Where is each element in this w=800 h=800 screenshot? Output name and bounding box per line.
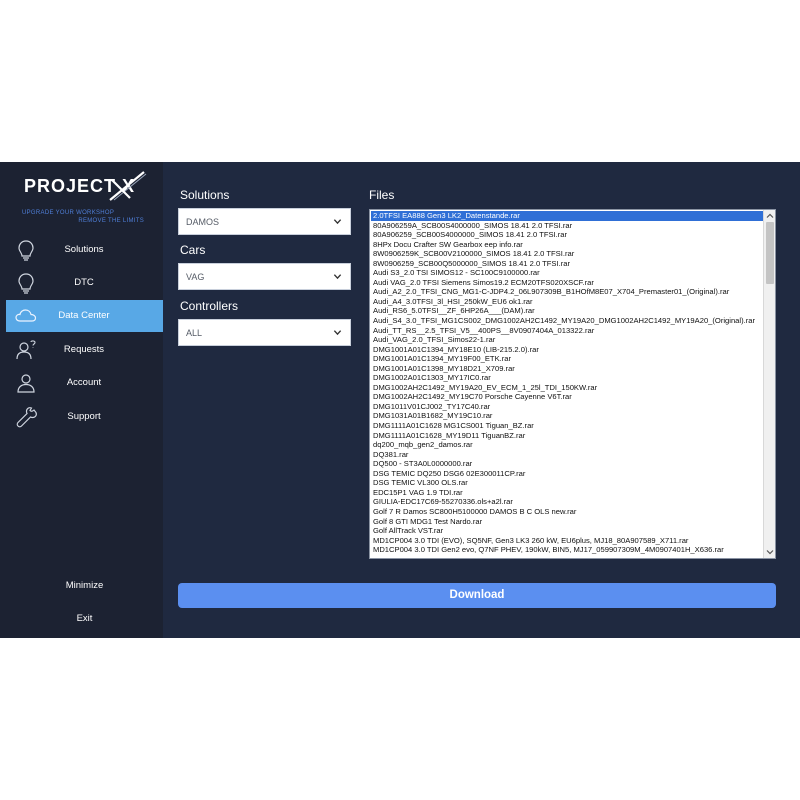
- file-list-item[interactable]: 8HPx Docu Crafter SW Gearbox eep info.ra…: [371, 240, 763, 250]
- file-list-item[interactable]: 2.0TFSI EA888 Gen3 LK2_Datenstande.rar: [371, 211, 763, 221]
- files-list: 2.0TFSI EA888 Gen3 LK2_Datenstande.rar 80…: [371, 211, 763, 557]
- file-list-item[interactable]: 8W0906259K_SCB00V2100000_SIMOS 18.41 2.0…: [371, 249, 763, 259]
- file-list-item[interactable]: Audi_A4_3.0TFSI_3l_HSI_250kW_EU6 ok1.rar: [371, 297, 763, 307]
- cloud-icon: [15, 309, 37, 322]
- files-scrollbar[interactable]: [763, 210, 775, 558]
- file-list-item[interactable]: DMG1002A01C1303_MY17IC0.rar: [371, 373, 763, 383]
- cars-label: Cars: [180, 243, 206, 257]
- sidebar-item-label: Requests: [63, 344, 105, 355]
- file-list-item[interactable]: DMG1001A01C1398_MY18D21_X709.rar: [371, 364, 763, 374]
- sidebar-item-dtc[interactable]: DTC: [6, 267, 163, 299]
- minimize-button[interactable]: Minimize: [6, 575, 163, 597]
- sidebar-item-support[interactable]: Support: [6, 401, 163, 433]
- chevron-down-icon: [333, 330, 342, 336]
- solutions-label: Solutions: [180, 188, 230, 202]
- chevron-down-icon: [333, 219, 342, 225]
- file-list-item[interactable]: Audi VAG_2.0 TFSI Siemens Simos19.2 ECM2…: [371, 278, 763, 288]
- files-listbox[interactable]: 2.0TFSI EA888 Gen3 LK2_Datenstande.rar 80…: [369, 209, 776, 559]
- tagline-line1: UPGRADE YOUR WORKSHOP: [22, 210, 115, 216]
- file-list-item[interactable]: MD1CP004 3.0 TDI Gen2 evo, Q7NF PHEV, 19…: [371, 545, 763, 555]
- controllers-select[interactable]: ALL: [178, 319, 351, 346]
- file-list-item[interactable]: DMG1111A01C1628_MY19D11 TiguanBZ.rar: [371, 431, 763, 441]
- brand-x-mark-icon: [109, 171, 147, 201]
- controllers-select-value: ALL: [186, 328, 203, 338]
- file-list-item[interactable]: DQ381.rar: [371, 450, 763, 460]
- file-list-item[interactable]: 80A906259_SCB00S4000000_SIMOS 18.41 2.0 …: [371, 230, 763, 240]
- file-list-item[interactable]: EDC15P1 VAG 1.9 TDI.rar: [371, 488, 763, 498]
- file-list-item[interactable]: DMG1111A01C1628 MG1CS001 Tiguan_BZ.rar: [371, 421, 763, 431]
- download-button[interactable]: Download: [178, 583, 776, 608]
- file-list-item[interactable]: 8W0906259_SCB00Q5000000_SIMOS 18.41 2.0 …: [371, 259, 763, 269]
- file-list-item[interactable]: DMG1001A01C1394_MY19F00_ETK.rar: [371, 354, 763, 364]
- file-list-item[interactable]: Audi_A2_2.0_TFSI_CNG_MG1-C-JDP4.2_06L907…: [371, 287, 763, 297]
- scroll-thumb[interactable]: [766, 222, 774, 284]
- app-window: PROJECT X UPGRADE YOUR WORKSHOP REMOVE T…: [0, 162, 800, 638]
- sidebar-item-label: Solutions: [64, 244, 104, 255]
- file-list-item[interactable]: Audi S3_2.0 TSI SIMOS12 - SC100C9100000.…: [371, 268, 763, 278]
- file-list-item[interactable]: DMG1031A01B1682_MY19C10.rar: [371, 411, 763, 421]
- solutions-select[interactable]: DAMOS: [178, 208, 351, 235]
- file-list-item[interactable]: MD1CP004 3.0 TDI (EVO), SQ5NF, Gen3 LK3 …: [371, 536, 763, 546]
- user-icon: [17, 374, 35, 393]
- user-question-icon: [16, 340, 36, 360]
- file-list-item[interactable]: DMG1001A01C1394_MY18E10 (LIB-215.2.0).ra…: [371, 345, 763, 355]
- cars-select-value: VAG: [186, 272, 205, 282]
- brand-tagline: UPGRADE YOUR WORKSHOP REMOVE THE LIMITS: [22, 209, 144, 225]
- file-list-item[interactable]: 80A906259A_SCB00S4000000_SIMOS 18.41 2.0…: [371, 221, 763, 231]
- bulb-icon: [18, 240, 34, 261]
- controllers-label: Controllers: [180, 299, 239, 313]
- file-list-item[interactable]: DSG TEMIC VL300 OLS.rar: [371, 478, 763, 488]
- file-list-item[interactable]: DMG1011V01CJ002_TY17C40.rar: [371, 402, 763, 412]
- file-list-item[interactable]: Golf AllTrack VST.rar: [371, 526, 763, 536]
- logo: PROJECT X: [24, 171, 154, 204]
- file-list-item[interactable]: GIULIA-EDC17C69-55270336.ols+a2l.rar: [371, 497, 763, 507]
- file-list-item[interactable]: dq200_mqb_gen2_damos.rar: [371, 440, 763, 450]
- cars-select[interactable]: VAG: [178, 263, 351, 290]
- sidebar: PROJECT X UPGRADE YOUR WORKSHOP REMOVE T…: [0, 162, 163, 638]
- bulb-icon: [18, 273, 34, 294]
- exit-button[interactable]: Exit: [6, 608, 163, 630]
- sidebar-item-label: Data Center: [58, 310, 110, 321]
- sidebar-item-account[interactable]: Account: [6, 367, 163, 399]
- sidebar-item-requests[interactable]: Requests: [6, 334, 163, 366]
- chevron-down-icon: [333, 274, 342, 280]
- solutions-select-value: DAMOS: [186, 217, 220, 227]
- sidebar-item-label: Account: [66, 377, 102, 388]
- wrench-icon: [16, 407, 37, 428]
- scroll-up-icon[interactable]: [766, 212, 774, 220]
- file-list-item[interactable]: Audi_RS6_5.0TFSI__ZF_6HP26A___(DAM).rar: [371, 306, 763, 316]
- sidebar-item-solutions[interactable]: Solutions: [6, 234, 163, 266]
- file-list-item[interactable]: DMG1002AH2C1492_MY19C70 Porsche Cayenne …: [371, 392, 763, 402]
- file-list-item[interactable]: Golf 7 R Damos SC800H5100000 DAMOS B C O…: [371, 507, 763, 517]
- file-list-item[interactable]: DSG TEMIC DQ250 DSG6 02E300011CP.rar: [371, 469, 763, 479]
- tagline-line2: REMOVE THE LIMITS: [78, 218, 144, 224]
- sidebar-item-label: DTC: [74, 277, 94, 288]
- files-label: Files: [369, 188, 395, 202]
- sidebar-item-data-center[interactable]: Data Center: [6, 300, 163, 332]
- file-list-item[interactable]: Audi_TT_RS__2.5_TFSI_V5__400PS__8V090740…: [371, 326, 763, 336]
- file-list-item[interactable]: Audi_S4_3.0_TFSI_MG1CS002_DMG1002AH2C149…: [371, 316, 763, 326]
- file-list-item[interactable]: Golf 8 GTI MDG1 Test Nardo.rar: [371, 517, 763, 527]
- file-list-item[interactable]: DMG1002AH2C1492_MY19A20_EV_ECM_1_25l_TDI…: [371, 383, 763, 393]
- file-list-item[interactable]: DQ500 - ST3A0L0000000.rar: [371, 459, 763, 469]
- sidebar-item-label: Support: [67, 411, 101, 422]
- scroll-down-icon[interactable]: [766, 548, 774, 556]
- file-list-item[interactable]: Audi_VAG_2.0_TFSI_Simos22-1.rar: [371, 335, 763, 345]
